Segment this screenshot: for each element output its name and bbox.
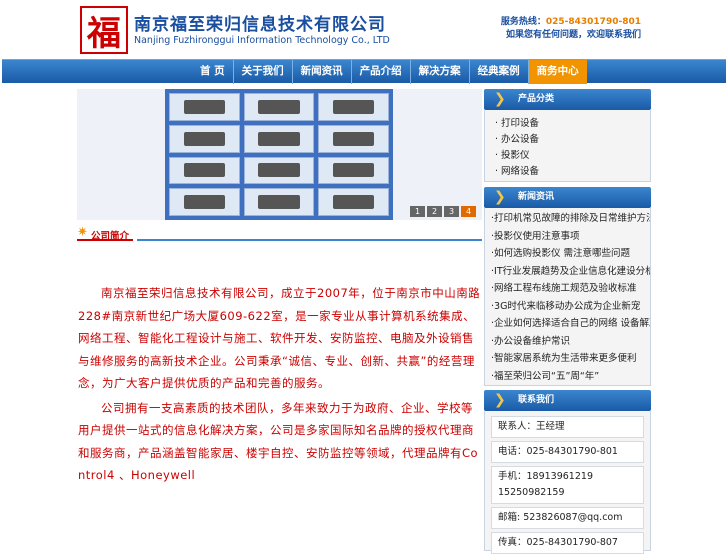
product-thumb bbox=[318, 156, 389, 185]
pager-button-1[interactable]: 1 bbox=[410, 206, 425, 217]
product-thumb bbox=[243, 188, 315, 216]
news-link[interactable]: ·福至荣归公司“五”周“年” bbox=[485, 368, 650, 386]
sun-icon: ✷ bbox=[77, 225, 88, 240]
products-title: 产品分类 bbox=[518, 94, 555, 104]
product-thumb bbox=[169, 156, 240, 185]
product-thumb bbox=[169, 188, 240, 216]
news-link[interactable]: ·办公设备维护常识 bbox=[485, 333, 650, 351]
chevron-right-icon: ❯ bbox=[494, 91, 506, 107]
intro-section-header: ✷ 公司简介 bbox=[77, 225, 482, 242]
contact-list: 联系人：王经理 电话：025-84301790-801 手机：189139612… bbox=[484, 411, 651, 554]
hotline-box: 服务热线：025-84301790-801 如果您有任何问题，欢迎联系我们 bbox=[501, 16, 641, 42]
banner-slider[interactable]: 1 2 3 4 bbox=[77, 89, 482, 220]
products-header: ❯ 产品分类 bbox=[484, 89, 651, 110]
nav-item-products[interactable]: 产品介绍 bbox=[352, 60, 411, 84]
hotline-number: 025-84301790-801 bbox=[545, 17, 641, 27]
company-intro-text: 南京福至荣归信息技术有限公司，成立于2007年，位于南京市中山南路228#南京新… bbox=[78, 282, 482, 489]
product-thumb bbox=[243, 93, 315, 121]
banner-product-image[interactable] bbox=[165, 89, 393, 220]
site-header: 福 南京福至荣归信息技术有限公司 Nanjing Fuzhironggui In… bbox=[0, 0, 727, 58]
product-thumb bbox=[318, 93, 389, 121]
banner-pager: 1 2 3 4 bbox=[410, 206, 476, 217]
news-link[interactable]: ·如何选购投影仪 需注意哪些问题 bbox=[485, 245, 650, 263]
product-thumb bbox=[169, 93, 240, 121]
product-thumb bbox=[318, 124, 389, 153]
sidebar-news: ❯ 新闻资讯 ·打印机常见故障的排除及日常维护方法 ·投影仪使用注意事项 ·如何选… bbox=[484, 187, 651, 386]
nav-item-about[interactable]: 关于我们 bbox=[234, 60, 293, 84]
company-name-cn: 南京福至荣归信息技术有限公司 bbox=[134, 15, 386, 35]
news-title: 新闻资讯 bbox=[518, 192, 555, 202]
product-category-link[interactable]: · 办公设备 bbox=[495, 132, 650, 148]
news-link[interactable]: ·打印机常见故障的排除及日常维护方法 bbox=[485, 210, 650, 228]
chevron-right-icon: ❯ bbox=[494, 189, 506, 205]
products-list: · 打印设备 · 办公设备 · 投影仪 · 网络设备 bbox=[484, 110, 651, 182]
product-category-link[interactable]: · 投影仪 bbox=[495, 148, 650, 164]
contact-title: 联系我们 bbox=[518, 395, 555, 405]
sidebar-products: ❯ 产品分类 · 打印设备 · 办公设备 · 投影仪 · 网络设备 bbox=[484, 89, 651, 182]
nav-item-cases[interactable]: 经典案例 bbox=[470, 60, 529, 84]
contact-person: 联系人：王经理 bbox=[491, 416, 644, 438]
product-thumb bbox=[169, 124, 240, 153]
pager-button-4[interactable]: 4 bbox=[461, 206, 476, 217]
contact-mobile: 手机：18913961219 15250982159 bbox=[491, 466, 644, 504]
product-thumb bbox=[243, 156, 315, 185]
news-link[interactable]: ·企业如何选择适合自己的网络 设备解决方案 bbox=[485, 315, 650, 333]
pager-button-2[interactable]: 2 bbox=[427, 206, 442, 217]
product-category-link[interactable]: · 网络设备 bbox=[495, 164, 650, 180]
nav-item-solutions[interactable]: 解决方案 bbox=[411, 60, 470, 84]
chevron-right-icon: ❯ bbox=[494, 392, 506, 408]
intro-paragraph: 南京福至荣归信息技术有限公司，成立于2007年，位于南京市中山南路228#南京新… bbox=[78, 286, 481, 390]
nav-item-news[interactable]: 新闻资讯 bbox=[293, 60, 352, 84]
nav-item-business[interactable]: 商务中心 bbox=[528, 60, 587, 84]
hotline-note: 如果您有任何问题，欢迎联系我们 bbox=[505, 30, 641, 40]
intro-paragraph: 公司拥有一支高素质的技术团队，多年来致力于为政府、企业、学校等用户提供一站式的信… bbox=[78, 400, 479, 483]
product-thumb bbox=[243, 124, 315, 153]
company-logo[interactable]: 福 bbox=[80, 6, 128, 54]
news-link[interactable]: ·3G时代来临移动办公成为企业新宠 bbox=[485, 298, 650, 316]
pager-button-3[interactable]: 3 bbox=[444, 206, 459, 217]
news-list: ·打印机常见故障的排除及日常维护方法 ·投影仪使用注意事项 ·如何选购投影仪 需… bbox=[484, 208, 651, 386]
contact-fax: 传真：025-84301790-807 bbox=[491, 532, 644, 554]
contact-email[interactable]: 邮箱: 523826087@qq.com bbox=[491, 507, 644, 529]
contact-phone: 电话：025-84301790-801 bbox=[491, 441, 644, 463]
contact-header: ❯ 联系我们 bbox=[484, 390, 651, 411]
main-nav: 首 页 关于我们 新闻资讯 产品介绍 解决方案 经典案例 商务中心 bbox=[2, 59, 726, 84]
nav-item-home[interactable]: 首 页 bbox=[192, 60, 234, 84]
divider bbox=[137, 239, 482, 241]
title-underline bbox=[77, 239, 133, 241]
news-link[interactable]: ·网络工程布线施工规范及验收标准 bbox=[485, 280, 650, 298]
product-category-link[interactable]: · 打印设备 bbox=[495, 116, 650, 132]
news-header: ❯ 新闻资讯 bbox=[484, 187, 651, 208]
product-thumb bbox=[318, 188, 389, 216]
hotline-label: 服务热线： bbox=[500, 17, 546, 27]
news-link[interactable]: ·IT行业发展趋势及企业信息化建设分析 bbox=[485, 263, 650, 281]
news-link[interactable]: ·智能家居系统为生活带来更多便利 bbox=[485, 350, 650, 368]
sidebar-contact: ❯ 联系我们 联系人：王经理 电话：025-84301790-801 手机：189… bbox=[484, 390, 651, 554]
logo-char: 福 bbox=[87, 13, 121, 54]
news-link[interactable]: ·投影仪使用注意事项 bbox=[485, 228, 650, 246]
company-name-en: Nanjing Fuzhironggui Information Technol… bbox=[134, 35, 390, 46]
